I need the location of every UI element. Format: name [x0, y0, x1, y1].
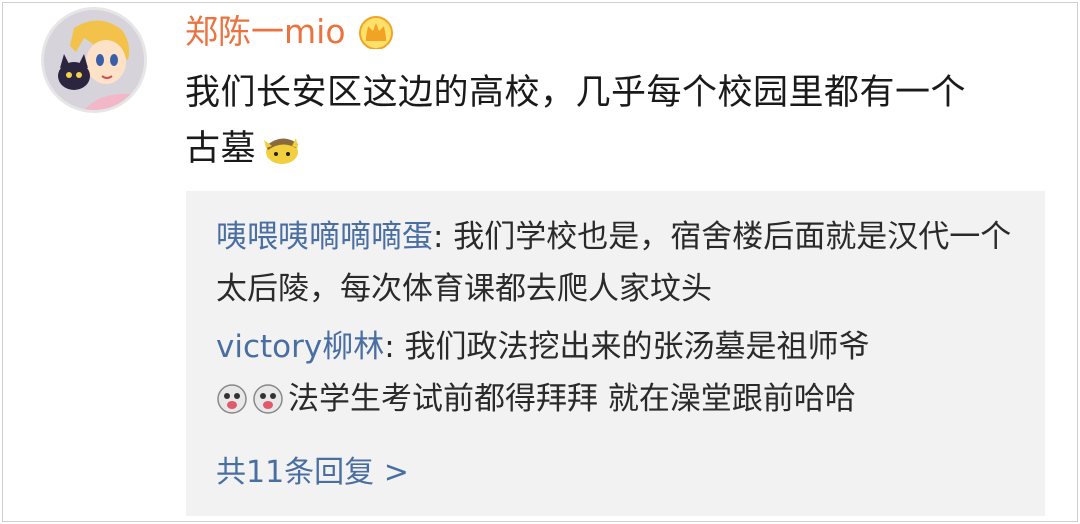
reply-text-2-line1: : 我们政法挖出来的张汤墓是祖师爷: [384, 329, 870, 365]
doge-emoji-icon: [252, 379, 284, 431]
reply-text-2-line2: 法学生考试前都得拜拜 就在澡堂跟前哈哈: [288, 381, 856, 417]
username-row: 郑陈一mio: [185, 9, 394, 55]
reply-user-1[interactable]: 咦喂咦嘀嘀嘀蛋: [216, 219, 433, 255]
reply-2-line1: victory柳林: 我们政法挖出来的张汤墓是祖师爷: [216, 321, 1016, 373]
post-text-line2: 古墓: [185, 129, 257, 169]
username[interactable]: 郑陈一mio: [185, 9, 346, 55]
reply-1: 咦喂咦嘀嘀嘀蛋: 我们学校也是，宿舍楼后面就是汉代一个太后陵，每次体育课都去爬人…: [216, 211, 1016, 315]
reply-user-2[interactable]: victory柳林: [216, 329, 384, 365]
post-text-line2-row: 古墓: [185, 121, 1065, 183]
doge-emoji-icon: [216, 379, 248, 431]
reply-2-line2: 法学生考试前都得拜拜 就在澡堂跟前哈哈: [216, 373, 1016, 431]
post-text-line1: 我们长安区这边的高校，几乎每个校园里都有一个: [185, 73, 967, 113]
more-replies-link[interactable]: 共11条回复 >: [216, 447, 409, 499]
avatar[interactable]: [41, 7, 147, 113]
post-text: 我们长安区这边的高校，几乎每个校园里都有一个 古墓: [185, 65, 1065, 183]
comment-card: 郑陈一mio 我们长安区这边的高校，几乎每个校园里都有一个 古墓 咦喂咦嘀嘀嘀蛋…: [2, 2, 1078, 522]
detective-pikachu-emoji-icon: [258, 127, 302, 183]
reply-box: 咦喂咦嘀嘀嘀蛋: 我们学校也是，宿舍楼后面就是汉代一个太后陵，每次体育课都去爬人…: [186, 191, 1045, 516]
vip-crown-icon: [358, 16, 393, 49]
reply-2: victory柳林: 我们政法挖出来的张汤墓是祖师爷 法学生考试前都得拜拜 就在…: [216, 321, 1016, 431]
